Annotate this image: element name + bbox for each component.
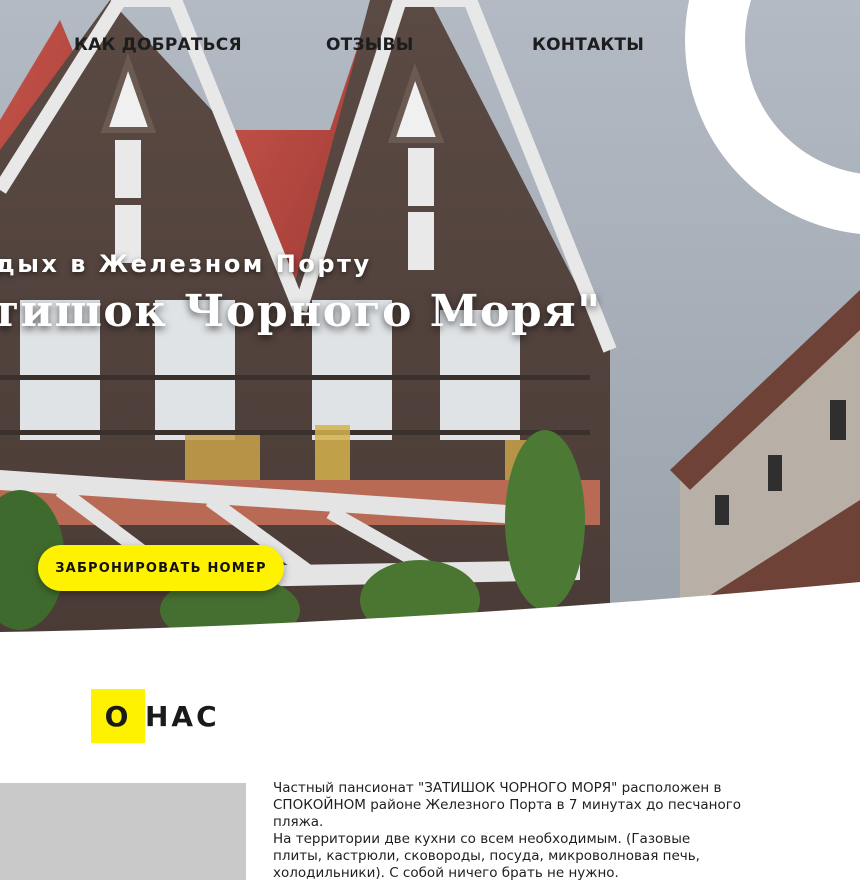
about-heading: О НАС <box>91 689 220 743</box>
nav-link-contacts[interactable]: КОНТАКТЫ <box>532 35 644 55</box>
nav-link-how-to-get[interactable]: КАК ДОБРАТЬСЯ <box>74 35 242 55</box>
hero-subtitle: Отдых в Железном Порту <box>0 250 372 278</box>
about-text: Частный пансионат "ЗАТИШОК ЧОРНОГО МОРЯ"… <box>273 780 743 880</box>
book-room-button[interactable]: ЗАБРОНИРОВАТЬ НОМЕР <box>38 545 284 591</box>
hero-section: КАК ДОБРАТЬСЯ ОТЗЫВЫ КОНТАКТЫ Отдых в Же… <box>0 0 860 640</box>
about-paragraph: На территории две кухни со всем необходи… <box>273 831 700 880</box>
about-image-placeholder <box>0 783 246 880</box>
about-heading-rest: НАС <box>145 699 220 733</box>
about-heading-highlight: О <box>91 689 145 743</box>
top-nav: КАК ДОБРАТЬСЯ ОТЗЫВЫ КОНТАКТЫ <box>0 0 860 90</box>
hero-title: "Затишок Чорного Моря" <box>0 286 602 337</box>
nav-link-reviews[interactable]: ОТЗЫВЫ <box>326 35 414 55</box>
about-paragraph: Частный пансионат "ЗАТИШОК ЧОРНОГО МОРЯ"… <box>273 780 742 830</box>
